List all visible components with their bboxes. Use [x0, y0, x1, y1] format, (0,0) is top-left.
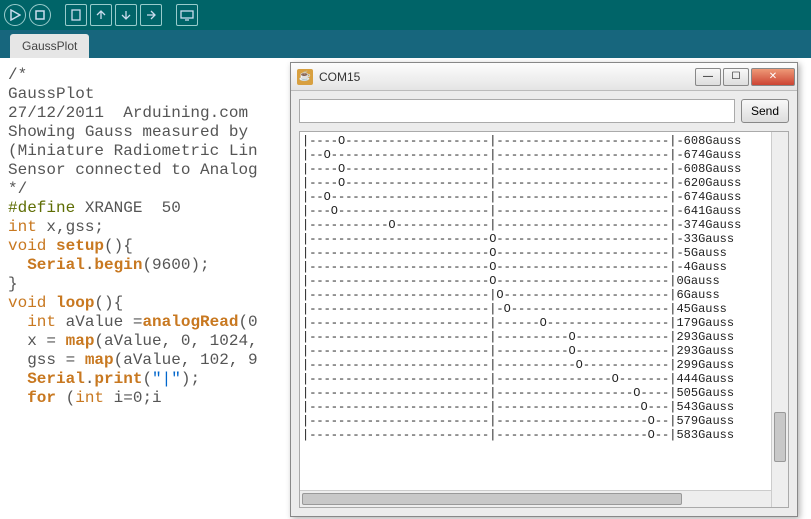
verify-button[interactable] — [4, 4, 26, 26]
serial-titlebar[interactable]: ☕ COM15 — ☐ ✕ — [291, 63, 797, 91]
maximize-button[interactable]: ☐ — [723, 68, 749, 86]
close-button[interactable]: ✕ — [751, 68, 795, 86]
tab-strip: GaussPlot — [0, 30, 811, 58]
save-button[interactable] — [115, 4, 137, 26]
send-button[interactable]: Send — [741, 99, 789, 123]
open-button[interactable] — [90, 4, 112, 26]
serial-output: |----O--------------------|-------------… — [300, 132, 771, 507]
horizontal-scroll-thumb[interactable] — [302, 493, 682, 505]
serial-window-title: COM15 — [319, 70, 695, 84]
upload-button[interactable] — [140, 4, 162, 26]
tab-gaussplot[interactable]: GaussPlot — [10, 34, 89, 58]
serial-monitor-button[interactable] — [176, 4, 198, 26]
minimize-button[interactable]: — — [695, 68, 721, 86]
stop-button[interactable] — [29, 4, 51, 26]
horizontal-scrollbar[interactable] — [300, 490, 771, 507]
vertical-scroll-thumb[interactable] — [774, 412, 786, 462]
serial-input[interactable] — [299, 99, 735, 123]
serial-monitor-window: ☕ COM15 — ☐ ✕ Send |----O---------------… — [290, 62, 798, 517]
java-icon: ☕ — [297, 69, 313, 85]
vertical-scrollbar[interactable] — [771, 132, 788, 507]
toolbar — [0, 0, 811, 30]
new-button[interactable] — [65, 4, 87, 26]
